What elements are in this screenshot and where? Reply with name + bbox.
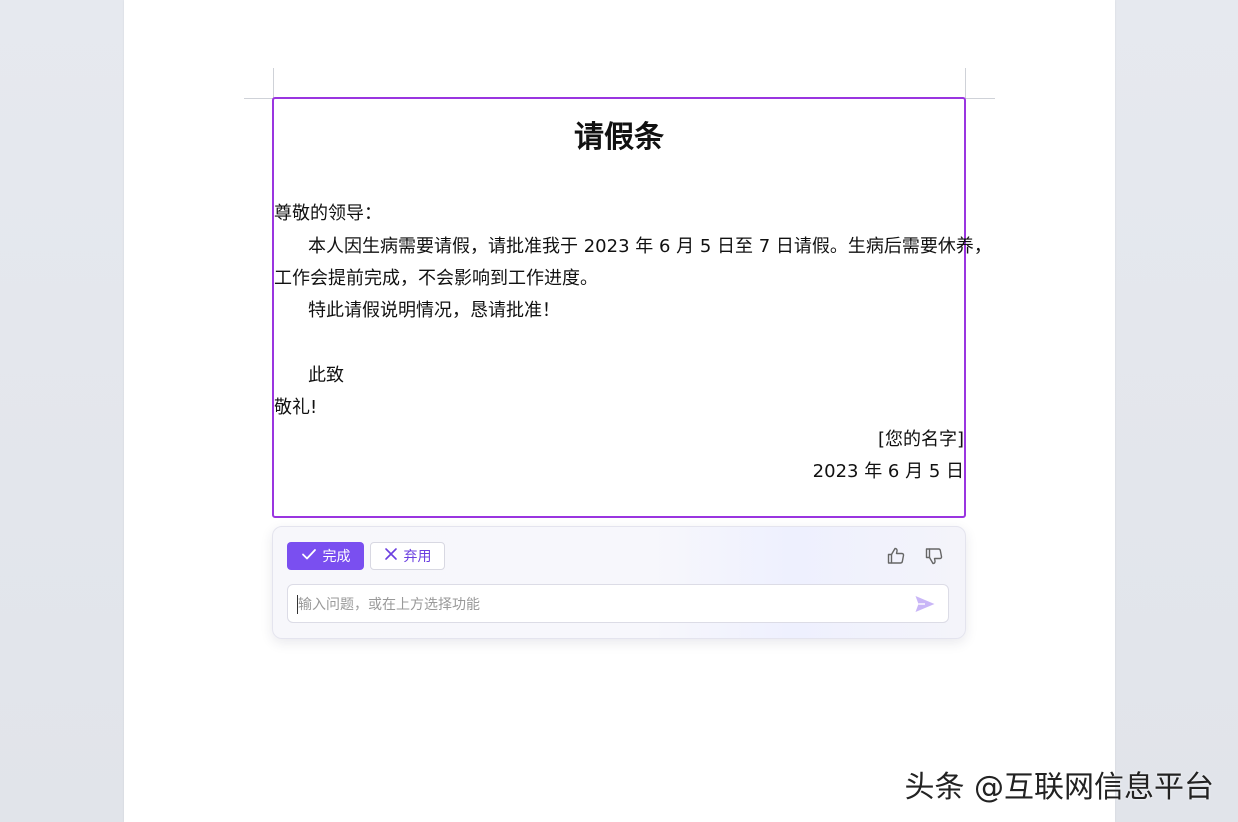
watermark-text: 头条 @互联网信息平台 [904,770,1214,805]
thumb-up-icon[interactable] [884,544,908,568]
closing-cizhi: 此致 [308,365,344,386]
body-paragraph-2: 特此请假说明情况，恳请批准！ [308,300,560,321]
body-paragraph-1-line-1: 本人因生病需要请假，请批准我于 2023 年 6 月 5 日至 7 日请假。生病… [308,236,992,257]
signature-name: [您的名字] [877,429,964,450]
crop-mark [244,98,274,99]
text-caret [297,595,298,614]
check-icon [301,546,317,566]
question-input-container [287,584,949,623]
done-button[interactable]: 完成 [287,542,364,570]
thumb-down-icon[interactable] [922,544,946,568]
discard-button[interactable]: 弃用 [370,542,445,570]
document-title: 请假条 [574,120,664,155]
question-input[interactable] [296,593,900,617]
signature-date: 2023 年 6 月 5 日 [812,461,964,482]
closing-jingli: 敬礼! [274,397,318,418]
body-paragraph-1-line-2: 工作会提前完成，不会影响到工作进度。 [274,268,598,289]
crop-mark [965,98,995,99]
done-button-label: 完成 [322,549,351,565]
close-icon [384,547,398,565]
crop-mark [273,68,274,98]
discard-button-label: 弃用 [403,549,432,565]
crop-mark [965,68,966,98]
greeting-line: 尊敬的领导： [274,203,382,224]
send-icon[interactable] [912,592,938,616]
